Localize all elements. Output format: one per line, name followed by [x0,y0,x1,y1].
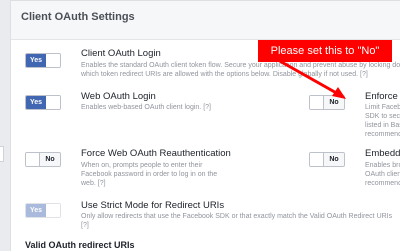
embedded-title: Embedded [365,148,400,159]
left-gutter [0,0,10,250]
help-link[interactable]: [?] [360,71,368,78]
web-oauth-login-toggle[interactable]: Yes [25,95,61,110]
enforce-https-desc-1: Limit Faceboo [365,104,400,111]
force-web-reauth-desc-1: When on, prompts people to enter their [81,162,203,169]
strict-mode-toggle[interactable]: Yes [25,203,61,218]
embedded-desc-1: Enables brow [365,162,400,169]
client-oauth-login-toggle[interactable]: Yes [25,53,61,68]
toggle-state: Yes [26,96,46,109]
panel-header: Client OAuth Settings [11,1,400,40]
desc-text: Enables web-based OAuth client login. [81,104,202,111]
valid-oauth-redirect-uris-label: Valid OAuth redirect URIs [25,240,135,250]
web-oauth-login-title: Web OAuth Login [81,91,156,102]
client-oauth-login-desc-2: which token redirect URIs are allowed wi… [81,70,368,79]
enforce-https-title: Enforce HT [365,91,400,102]
toggle-knob [46,96,60,109]
client-oauth-login-desc-1: Enables the standard OAuth client token … [81,62,400,69]
toggle-knob [46,54,60,67]
desc-text: web. [81,180,96,187]
strict-mode-title: Use Strict Mode for Redirect URIs [81,200,225,211]
page-title: Client OAuth Settings [21,11,135,23]
toggle-state: No [323,96,344,109]
embedded-desc-2: OAuth client [365,171,400,178]
help-link[interactable]: [?] [98,180,106,187]
enforce-https-desc-3: listed in Basi [365,122,400,129]
web-oauth-login-desc: Enables web-based OAuth client login. [?… [81,103,211,112]
force-web-reauth-desc-2: Facebook password in order to log in on … [81,171,218,178]
help-link[interactable]: [?] [203,104,211,111]
help-link[interactable]: [?] [81,221,89,230]
force-web-reauth-title: Force Web OAuth Reauthentication [81,148,231,159]
enforce-https-desc-4: recommended [365,131,400,138]
desc-text: which token redirect URIs are allowed wi… [81,71,359,78]
strict-mode-desc-1: Only allow redirects that use the Facebo… [81,213,393,220]
embedded-desc-3: recommended [365,180,400,187]
force-web-reauth-desc-3: web. [?] [81,179,106,188]
toggle-state: Yes [26,54,46,67]
enforce-https-desc-2: SDK to secu [365,113,400,120]
client-oauth-settings-panel: Client OAuth Settings Yes Client OAuth L… [10,0,400,251]
client-oauth-login-title: Client OAuth Login [81,48,161,59]
annotation-callout: Please set this to "No" [258,40,392,62]
force-web-reauth-toggle[interactable]: No [25,152,61,167]
gutter-tab [0,146,4,162]
toggle-knob [46,204,60,217]
embedded-toggle[interactable]: No [309,152,345,167]
toggle-state: Yes [26,204,46,217]
toggle-state: No [323,153,344,166]
enforce-https-toggle[interactable]: No [309,95,345,110]
toggle-state: No [39,153,60,166]
